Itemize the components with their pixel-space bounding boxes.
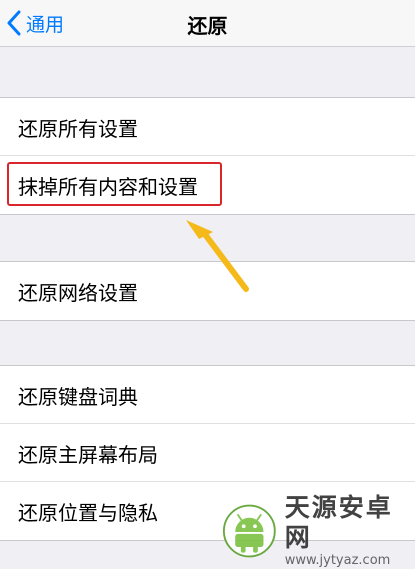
reset-location-privacy-label: 还原位置与隐私 xyxy=(18,500,158,525)
page-title: 还原 xyxy=(187,14,228,38)
reset-section-2: 还原网络设置 xyxy=(0,261,415,321)
android-robot-icon xyxy=(222,504,276,558)
navigation-bar: 通用 还原 xyxy=(0,0,415,47)
watermark-text: 天源安卓网 www.jytyaz.com xyxy=(285,493,412,569)
reset-keyboard-dictionary-row[interactable]: 还原键盘词典 xyxy=(0,366,415,424)
reset-keyboard-dictionary-label: 还原键盘词典 xyxy=(18,384,138,409)
reset-home-screen-layout-row[interactable]: 还原主屏幕布局 xyxy=(0,424,415,482)
reset-all-settings-label: 还原所有设置 xyxy=(18,116,138,141)
erase-all-content-row[interactable]: 抹掉所有内容和设置 xyxy=(0,156,415,214)
reset-section-1: 还原所有设置 抹掉所有内容和设置 xyxy=(0,97,415,215)
watermark: 天源安卓网 www.jytyaz.com xyxy=(222,493,412,568)
reset-network-settings-label: 还原网络设置 xyxy=(18,280,138,305)
watermark-title: 天源安卓网 xyxy=(284,493,393,552)
watermark-url: www.jytyaz.com xyxy=(284,553,391,568)
reset-home-screen-layout-label: 还原主屏幕布局 xyxy=(18,442,158,467)
erase-all-content-label: 抹掉所有内容和设置 xyxy=(18,174,198,199)
reset-all-settings-row[interactable]: 还原所有设置 xyxy=(0,98,415,156)
reset-network-settings-row[interactable]: 还原网络设置 xyxy=(0,262,415,320)
